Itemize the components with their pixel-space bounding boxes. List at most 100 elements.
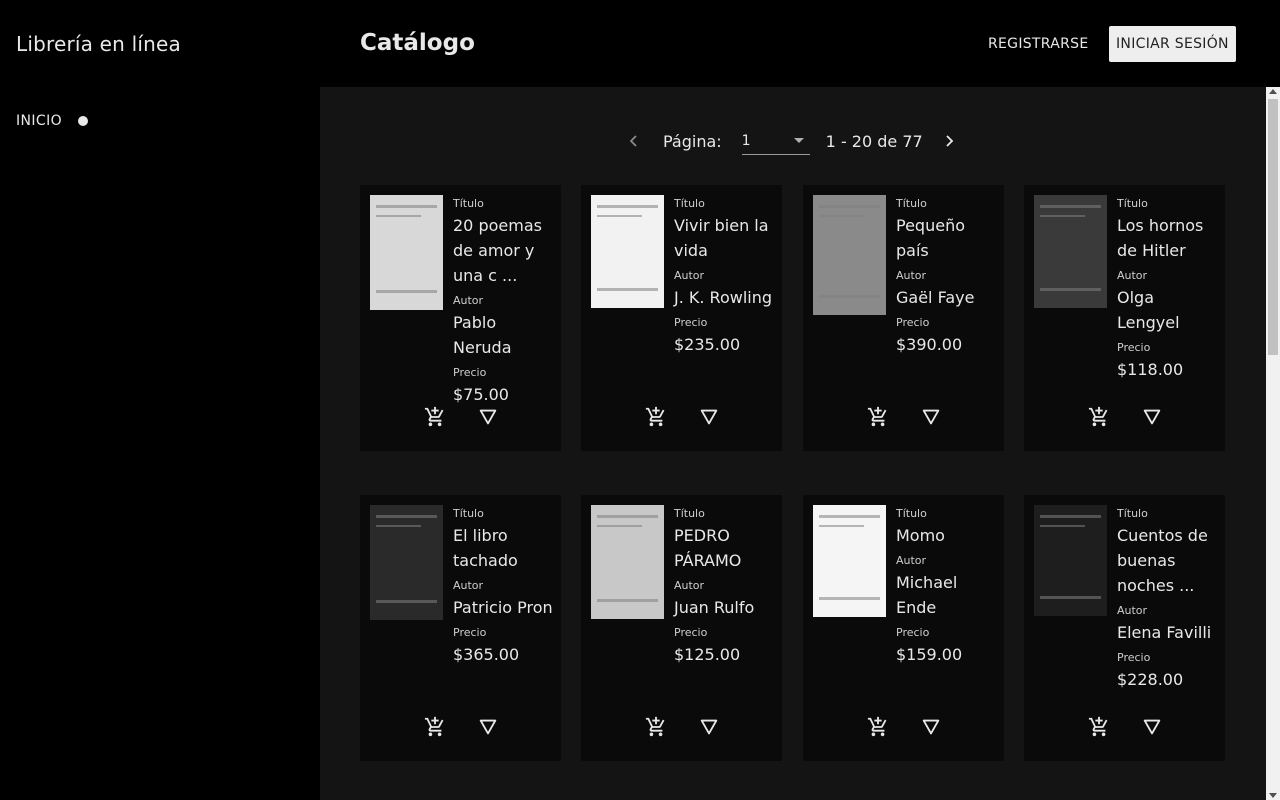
card-actions	[1088, 406, 1163, 432]
book-title-value: Pequeño país	[896, 216, 965, 260]
triangle-down-icon[interactable]	[698, 716, 720, 742]
book-price-label: Precio	[453, 366, 487, 379]
sidebar-item-label: INICIO	[16, 113, 63, 129]
triangle-down-icon[interactable]	[920, 406, 942, 432]
sidebar: Librería en línea INICIO	[0, 0, 320, 800]
book-title-label: Título	[1117, 507, 1148, 520]
book-price-value: $390.00	[896, 335, 963, 354]
book-price-value: $118.00	[1117, 360, 1184, 379]
book-title-label: Título	[453, 507, 484, 520]
book-card: Título Vivir bien la vida Autor J. K. Rowli…	[581, 185, 782, 451]
card-actions	[867, 406, 942, 432]
triangle-down-icon[interactable]	[1141, 406, 1163, 432]
book-cover-image	[813, 195, 886, 315]
chevron-right-icon[interactable]	[937, 129, 961, 153]
add-shopping-cart-icon[interactable]	[1088, 406, 1110, 432]
book-author-label: Autor	[1117, 269, 1148, 282]
book-author-value: Patricio Pron	[453, 598, 553, 617]
book-cover-image	[591, 505, 664, 619]
book-author-label: Autor	[674, 579, 705, 592]
book-cover-image	[1034, 195, 1107, 308]
login-button[interactable]: INICIAR SESIÓN	[1109, 26, 1236, 62]
book-title-label: Título	[453, 197, 484, 210]
book-price-value: $159.00	[896, 645, 963, 664]
vertical-scrollbar[interactable]	[1266, 87, 1280, 800]
book-price-label: Precio	[896, 316, 930, 329]
book-author-label: Autor	[453, 294, 484, 307]
book-title-value: 20 poemas de amor y una c ...	[453, 216, 542, 285]
book-cover-image	[813, 505, 886, 617]
add-shopping-cart-icon[interactable]	[424, 406, 446, 432]
scroll-down-arrow-icon[interactable]	[1269, 793, 1277, 798]
book-author-group: Autor Michael Ende	[896, 554, 1000, 620]
book-price-label: Precio	[674, 626, 708, 639]
sidebar-item-inicio[interactable]: INICIO	[16, 113, 89, 129]
triangle-down-icon[interactable]	[477, 716, 499, 742]
book-author-group: Autor J. K. Rowling	[674, 269, 778, 310]
add-shopping-cart-icon[interactable]	[645, 406, 667, 432]
book-title-label: Título	[896, 507, 927, 520]
page-select-value: 1	[741, 132, 751, 149]
add-shopping-cart-icon[interactable]	[645, 716, 667, 742]
book-author-group: Autor Gaël Faye	[896, 269, 1000, 310]
book-title-value: Vivir bien la vida	[674, 216, 769, 260]
scroll-up-arrow-icon[interactable]	[1269, 89, 1277, 94]
add-shopping-cart-icon[interactable]	[867, 716, 889, 742]
book-title-group: Título Pequeño país	[896, 197, 1000, 263]
book-author-label: Autor	[1117, 604, 1148, 617]
book-title-label: Título	[674, 507, 705, 520]
book-author-label: Autor	[674, 269, 705, 282]
book-price-value: $125.00	[674, 645, 741, 664]
book-info: Título Vivir bien la vida Autor J. K. Rowli…	[674, 197, 778, 363]
book-card: Título Pequeño país Autor Gaël Faye Precio $3…	[803, 185, 1004, 451]
book-title-value: Momo	[896, 526, 945, 545]
book-price-value: $228.00	[1117, 670, 1184, 689]
book-title-group: Título Momo	[896, 507, 1000, 548]
book-title-label: Título	[896, 197, 927, 210]
register-button[interactable]: REGISTRARSE	[980, 26, 1097, 62]
book-title-group: Título 20 poemas de amor y una c ...	[453, 197, 557, 288]
add-shopping-cart-icon[interactable]	[424, 716, 446, 742]
book-cover-image	[1034, 505, 1107, 616]
book-price-label: Precio	[896, 626, 930, 639]
book-author-label: Autor	[896, 554, 927, 567]
book-title-group: Título El libro tachado	[453, 507, 557, 573]
book-price-value: $75.00	[453, 385, 509, 404]
book-author-value: Elena Favilli	[1117, 623, 1212, 642]
book-author-group: Autor Elena Favilli	[1117, 604, 1221, 645]
book-cover-image	[370, 505, 443, 620]
book-info: Título 20 poemas de amor y una c ... Autor…	[453, 197, 557, 413]
book-author-value: Olga Lengyel	[1117, 288, 1180, 332]
page-title: Catálogo	[360, 30, 475, 56]
book-info: Título Cuentos de buenas noches ... Autor E…	[1117, 507, 1221, 698]
book-title-label: Título	[674, 197, 705, 210]
triangle-down-icon[interactable]	[477, 406, 499, 432]
page-select[interactable]: 1	[741, 127, 810, 155]
triangle-down-icon[interactable]	[698, 406, 720, 432]
triangle-down-icon[interactable]	[920, 716, 942, 742]
scroll-thumb[interactable]	[1268, 99, 1278, 355]
card-actions	[645, 406, 720, 432]
book-author-group: Autor Olga Lengyel	[1117, 269, 1221, 335]
book-author-value: Michael Ende	[896, 573, 958, 617]
book-author-value: Juan Rulfo	[674, 598, 755, 617]
card-actions	[1088, 716, 1163, 742]
book-author-label: Autor	[896, 269, 927, 282]
app-bar: Catálogo REGISTRARSE INICIAR SESIÓN	[320, 0, 1280, 87]
caret-down-icon	[793, 138, 804, 143]
book-price-group: Precio $390.00	[896, 316, 1000, 357]
add-shopping-cart-icon[interactable]	[867, 406, 889, 432]
book-author-group: Autor Patricio Pron	[453, 579, 557, 620]
book-card: Título Los hornos de Hitler Autor Olga Leng…	[1024, 185, 1225, 451]
book-info: Título El libro tachado Autor Patricio Pron…	[453, 507, 557, 673]
chevron-left-icon[interactable]	[622, 129, 646, 153]
book-cover-image	[591, 195, 664, 308]
book-price-label: Precio	[1117, 341, 1151, 354]
book-title-value: Los hornos de Hitler	[1117, 216, 1204, 260]
book-price-label: Precio	[1117, 651, 1151, 664]
book-info: Título Pequeño país Autor Gaël Faye Precio $3…	[896, 197, 1000, 363]
add-shopping-cart-icon[interactable]	[1088, 716, 1110, 742]
triangle-down-icon[interactable]	[1141, 716, 1163, 742]
card-actions	[424, 716, 499, 742]
card-actions	[867, 716, 942, 742]
